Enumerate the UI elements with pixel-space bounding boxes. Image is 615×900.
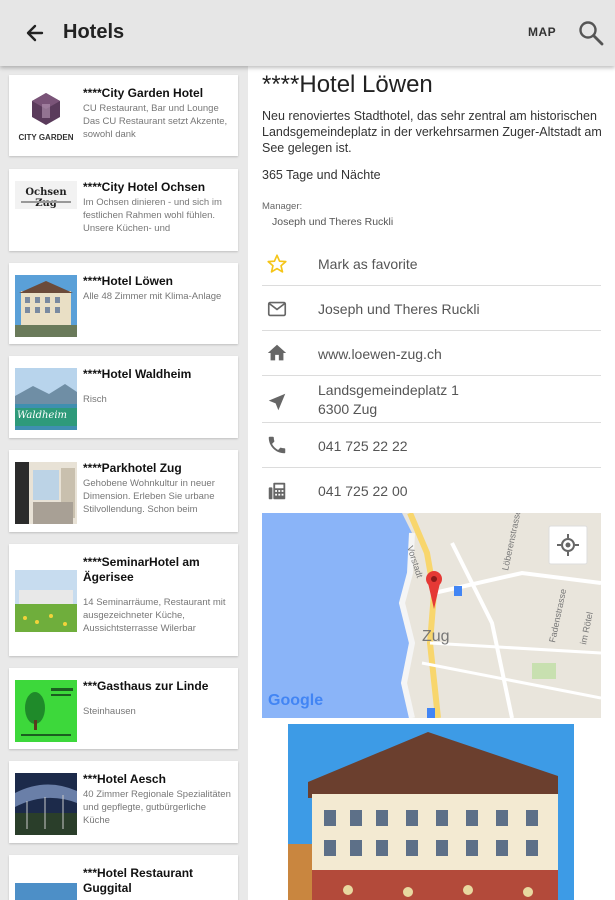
hotel-card[interactable]: Ochsen Zug ****City Hotel Ochsen Im Ochs…	[9, 169, 238, 251]
hotel-card[interactable]: ****Hotel Löwen Alle 48 Zimmer mit Klima…	[9, 263, 238, 344]
app-bar: Hotels MAP	[0, 0, 615, 66]
star-outline-icon	[267, 254, 287, 273]
hotel-name: ****SeminarHotel am Ägerisee	[83, 555, 200, 584]
fax-row[interactable]: 041 725 22 00	[262, 469, 601, 513]
fax-icon	[268, 482, 286, 500]
hotel-name: ****City Garden Hotel	[83, 86, 204, 100]
hotel-description: CU Restaurant, Bar und Lounge Das CU Res…	[83, 103, 228, 140]
hotel-photo	[15, 570, 77, 632]
address-row[interactable]: Landsgemeindeplatz 1 6300 Zug	[262, 377, 601, 423]
hotel-list: CITY GARDEN ****City Garden Hotel CU Res…	[0, 66, 248, 900]
hotel-detail: ****Hotel Löwen Neu renoviertes Stadthot…	[248, 66, 615, 900]
hotel-name: ****Hotel Löwen	[83, 274, 174, 288]
hotel-logo	[15, 680, 77, 742]
website-row[interactable]: www.loewen-zug.ch	[262, 332, 601, 376]
website-link: www.loewen-zug.ch	[318, 346, 442, 362]
favorite-label: Mark as favorite	[318, 256, 418, 272]
favorite-row[interactable]: Mark as favorite	[262, 242, 601, 286]
hotel-photo	[15, 462, 77, 524]
hotel-card[interactable]: ***Hotel Aesch 40 Zimmer Regionale Spezi…	[9, 761, 238, 843]
phone-row[interactable]: 041 725 22 22	[262, 424, 601, 468]
back-arrow-icon[interactable]	[20, 18, 50, 48]
fax-number: 041 725 22 00	[318, 483, 408, 499]
hotel-photo	[15, 773, 77, 835]
hotel-intro: Neu renoviertes Stadthotel, das sehr zen…	[262, 109, 602, 155]
hotel-name: ***Hotel Aesch	[83, 772, 166, 786]
hotel-photo	[15, 275, 77, 337]
hotel-card[interactable]: CITY GARDEN ****City Garden Hotel CU Res…	[9, 75, 238, 156]
location-map[interactable]: Zug Vorstadt Löberenstrasse Fadenstrasse…	[262, 513, 601, 718]
hotel-photo-large	[288, 724, 574, 900]
google-attribution: Google	[268, 692, 323, 709]
address-line-2: 6300 Zug	[318, 401, 378, 417]
hotel-photo: Waldheim	[15, 368, 77, 430]
hotel-logo: CITY GARDEN	[15, 87, 77, 149]
hotel-card[interactable]: ****Parkhotel Zug Gehobene Wohnkultur in…	[9, 450, 238, 532]
hotel-description: Alle 48 Zimmer mit Klima-Anlage	[83, 291, 222, 302]
hotel-logo: Ochsen Zug	[15, 181, 77, 209]
hotel-description	[83, 895, 235, 900]
hotel-name: ****Parkhotel Zug	[83, 461, 182, 475]
page-title: Hotels	[63, 21, 125, 43]
map-label-city: Zug	[422, 628, 450, 645]
hotel-description: 40 Zimmer Regionale Spezialitäten und ge…	[83, 789, 231, 826]
hotel-description: Im Ochsen dinieren - und sich im festlic…	[83, 197, 222, 234]
manager-label: Manager:	[262, 201, 303, 212]
hotel-name: ***Hotel Restaurant Guggital	[83, 866, 194, 895]
hotel-card[interactable]: ***Gasthaus zur Linde Steinhausen	[9, 668, 238, 749]
manager-value: Joseph und Theres Ruckli	[272, 216, 394, 228]
home-icon	[267, 344, 287, 361]
phone-icon	[268, 436, 286, 454]
hotel-title: ****Hotel Löwen	[262, 71, 433, 98]
hotel-description: Gehobene Wohnkultur in neuer Dimension. …	[83, 478, 215, 515]
email-icon	[267, 301, 287, 317]
map-button[interactable]: MAP	[528, 25, 556, 39]
phone-number: 041 725 22 22	[318, 438, 408, 454]
logo-text: Ochsen Zug	[25, 187, 67, 209]
hotel-card[interactable]: Waldheim ****Hotel Waldheim Risch	[9, 356, 238, 438]
hotel-name: ***Gasthaus zur Linde	[83, 679, 209, 693]
search-icon[interactable]	[576, 18, 606, 48]
hotel-card[interactable]: ****SeminarHotel am Ägerisee 14 Seminarr…	[9, 544, 238, 656]
hotel-description: Risch	[83, 394, 107, 405]
hotel-name: ****City Hotel Ochsen	[83, 180, 206, 194]
hotel-description: Steinhausen	[83, 706, 136, 717]
hotel-description: 14 Seminarräume, Restaurant mit ausgezei…	[83, 597, 226, 634]
logo-text: Waldheim	[17, 410, 68, 421]
opening-hours: 365 Tage und Nächte	[262, 168, 381, 182]
contact-name: Joseph und Theres Ruckli	[318, 301, 480, 317]
contact-row[interactable]: Joseph und Theres Ruckli	[262, 287, 601, 331]
address-line-1: Landsgemeindeplatz 1	[318, 382, 459, 398]
hotel-photo	[15, 883, 77, 900]
hotel-name: ****Hotel Waldheim	[83, 367, 192, 381]
logo-text: CITY GARDEN	[18, 133, 74, 142]
navigation-arrow-icon	[268, 393, 286, 411]
hotel-card[interactable]: ***Hotel Restaurant Guggital	[9, 855, 238, 900]
